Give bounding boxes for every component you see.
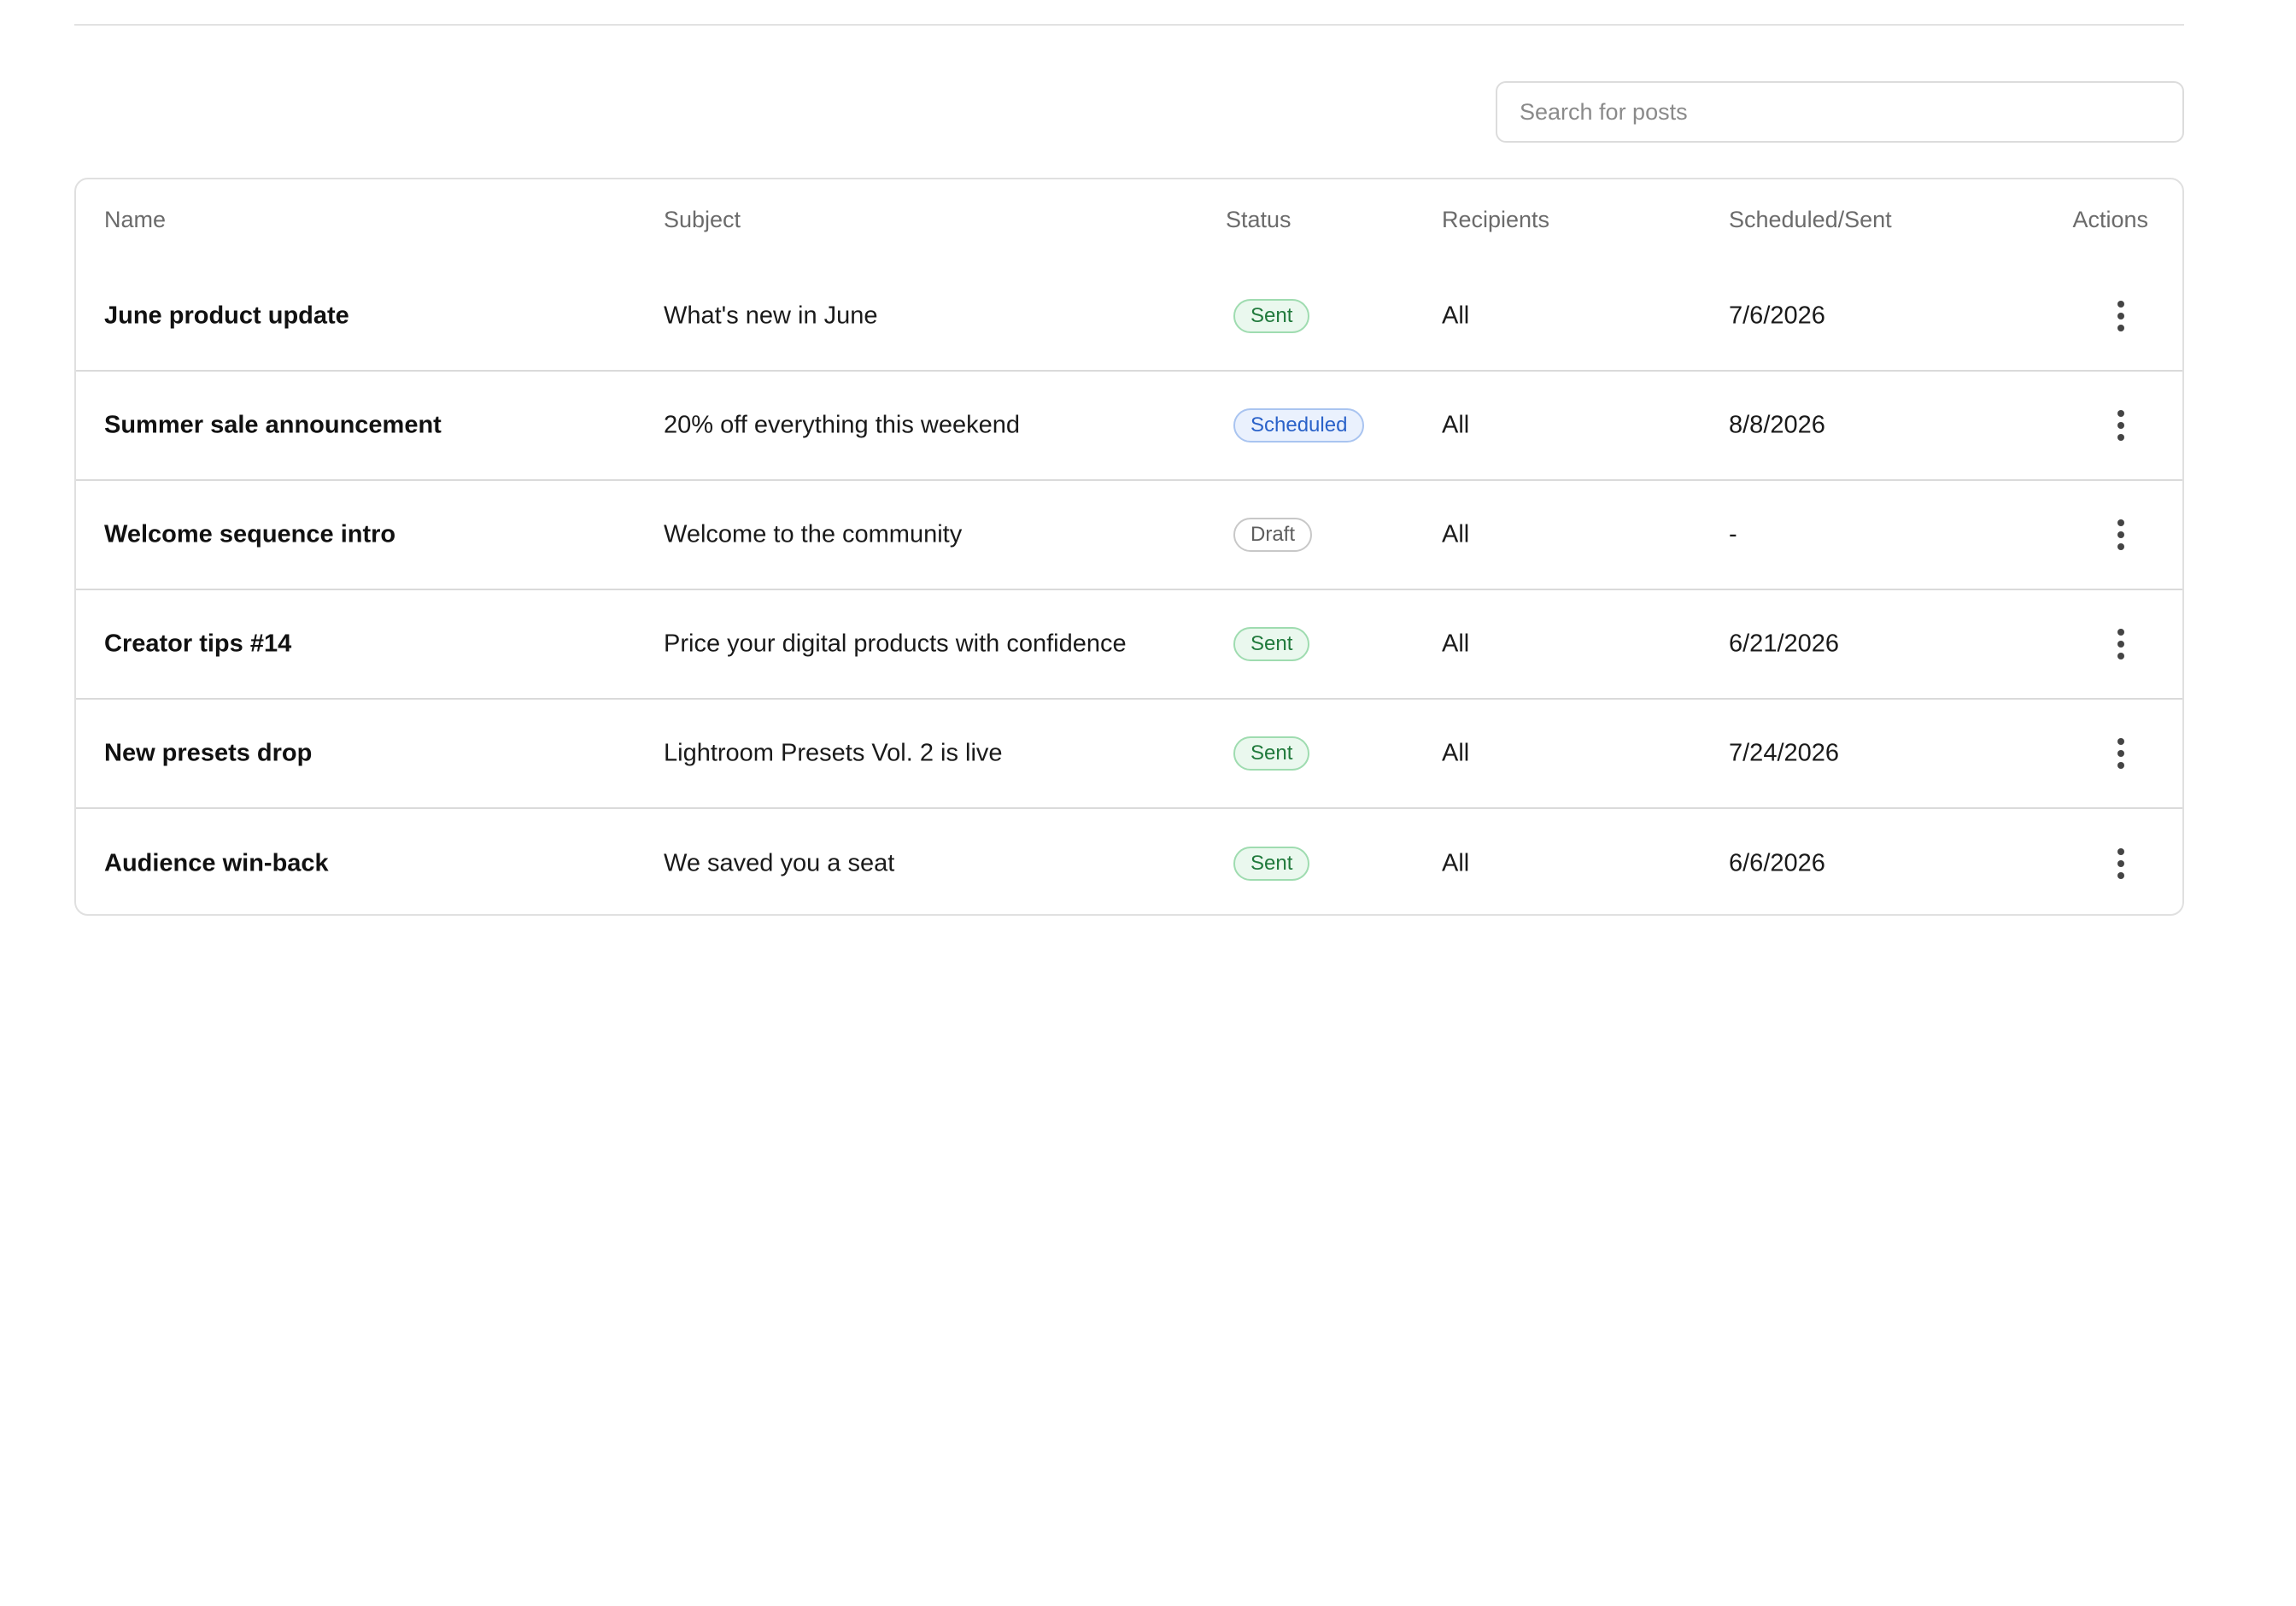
table-row[interactable]: Summer sale announcement 20% off everyth… <box>76 372 2182 481</box>
post-subject: Price your digital products with confide… <box>664 630 1127 658</box>
post-name[interactable]: Summer sale announcement <box>104 412 442 440</box>
header-scheduled-sent[interactable]: Scheduled/Sent <box>1729 207 1892 233</box>
post-name[interactable]: June product update <box>104 302 349 331</box>
status-badge: Sent <box>1233 627 1310 661</box>
top-divider <box>74 24 2184 26</box>
post-subject: Welcome to the community <box>664 520 963 548</box>
header-status[interactable]: Status <box>1226 207 1292 233</box>
post-date: 7/6/2026 <box>1729 302 1825 330</box>
post-recipients: All <box>1442 739 1470 767</box>
table-row[interactable]: June product update What's new in June S… <box>76 262 2182 372</box>
header-actions: Actions <box>2072 207 2148 232</box>
more-vertical-icon[interactable] <box>2109 516 2133 554</box>
more-vertical-icon[interactable] <box>2109 407 2133 444</box>
post-name[interactable]: Audience win-back <box>104 850 329 878</box>
post-recipients: All <box>1442 630 1470 658</box>
status-badge: Sent <box>1233 299 1310 333</box>
post-recipients: All <box>1442 302 1470 330</box>
post-name[interactable]: New presets drop <box>104 740 312 768</box>
status-badge: Draft <box>1233 518 1313 552</box>
post-recipients: All <box>1442 849 1470 877</box>
post-name[interactable]: Welcome sequence intro <box>104 521 395 549</box>
post-recipients: All <box>1442 520 1470 548</box>
table-header: Name Subject Status Recipients Scheduled… <box>76 179 2182 263</box>
table-row[interactable]: Welcome sequence intro Welcome to the co… <box>76 481 2182 590</box>
header-subject[interactable]: Subject <box>664 207 741 233</box>
post-date: 8/8/2026 <box>1729 411 1825 439</box>
post-date: 6/6/2026 <box>1729 849 1825 877</box>
more-vertical-icon[interactable] <box>2109 845 2133 882</box>
post-recipients: All <box>1442 411 1470 439</box>
status-badge: Sent <box>1233 847 1310 881</box>
more-vertical-icon[interactable] <box>2109 735 2133 772</box>
post-subject: We saved you a seat <box>664 849 895 877</box>
more-vertical-icon[interactable] <box>2109 625 2133 663</box>
header-name[interactable]: Name <box>104 207 166 233</box>
post-date: 7/24/2026 <box>1729 739 1840 767</box>
more-vertical-icon[interactable] <box>2109 297 2133 335</box>
post-subject: What's new in June <box>664 302 878 330</box>
status-badge: Scheduled <box>1233 408 1365 443</box>
post-subject: Lightroom Presets Vol. 2 is live <box>664 739 1003 767</box>
status-badge: Sent <box>1233 736 1310 771</box>
posts-table: Name Subject Status Recipients Scheduled… <box>74 178 2184 916</box>
search-input[interactable] <box>1497 83 2182 141</box>
table-row[interactable]: Audience win-back We saved you a seat Se… <box>76 809 2182 914</box>
table-row[interactable]: Creator tips #14 Price your digital prod… <box>76 590 2182 700</box>
search-box[interactable] <box>1496 81 2184 143</box>
post-date: - <box>1729 520 1737 548</box>
table-row[interactable]: New presets drop Lightroom Presets Vol. … <box>76 700 2182 809</box>
header-recipients[interactable]: Recipients <box>1442 207 1549 233</box>
post-name[interactable]: Creator tips #14 <box>104 630 291 659</box>
post-subject: 20% off everything this weekend <box>664 411 1021 439</box>
post-date: 6/21/2026 <box>1729 630 1840 658</box>
